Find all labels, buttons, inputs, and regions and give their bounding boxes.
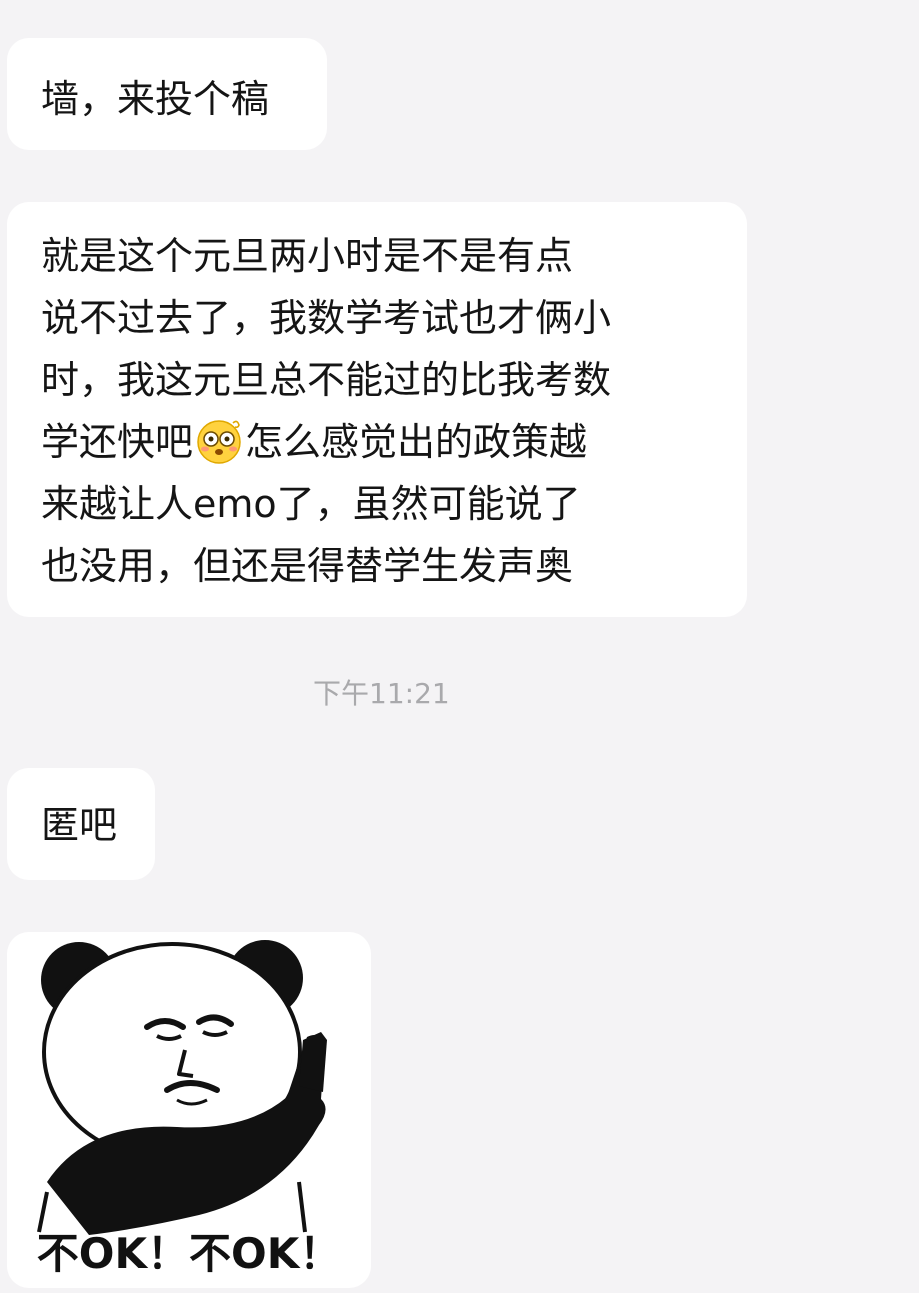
message-segment: 怎么感觉出的政策越 — [245, 420, 588, 464]
message-text: 匿吧 — [41, 803, 118, 847]
message-bubble[interactable]: 墙，来投个稿 — [7, 38, 327, 150]
message-line: 来越让人emo了，虽然可能说了 — [41, 482, 581, 526]
flushed-face-icon — [197, 420, 241, 464]
message-bubble[interactable]: 匿吧 — [7, 768, 155, 880]
message-line: 说不过去了，我数学考试也才俩小 — [41, 296, 612, 340]
panda-meme-sticker: 不OK！不OK！ — [36, 940, 342, 1279]
message-timestamp: 下午11:21 — [313, 677, 450, 710]
sticker-image[interactable]: 不OK！不OK！ — [7, 932, 371, 1288]
message-bubble[interactable]: 就是这个元旦两小时是不是有点 说不过去了，我数学考试也才俩小 时，我这元旦总不能… — [7, 202, 747, 617]
message-text: 墙，来投个稿 — [41, 77, 270, 121]
message-line: 也没用，但还是得替学生发声奥 — [41, 544, 574, 588]
message-line: 学还快吧 怎么感觉出的政策越 — [41, 411, 713, 473]
message-line: 就是这个元旦两小时是不是有点 — [41, 234, 574, 278]
message-segment: 学还快吧 — [41, 420, 194, 464]
message-line: 时，我这元旦总不能过的比我考数 — [41, 358, 612, 402]
message-text: 就是这个元旦两小时是不是有点 说不过去了，我数学考试也才俩小 时，我这元旦总不能… — [41, 225, 713, 597]
sticker-caption: 不OK！不OK！ — [37, 1229, 342, 1278]
